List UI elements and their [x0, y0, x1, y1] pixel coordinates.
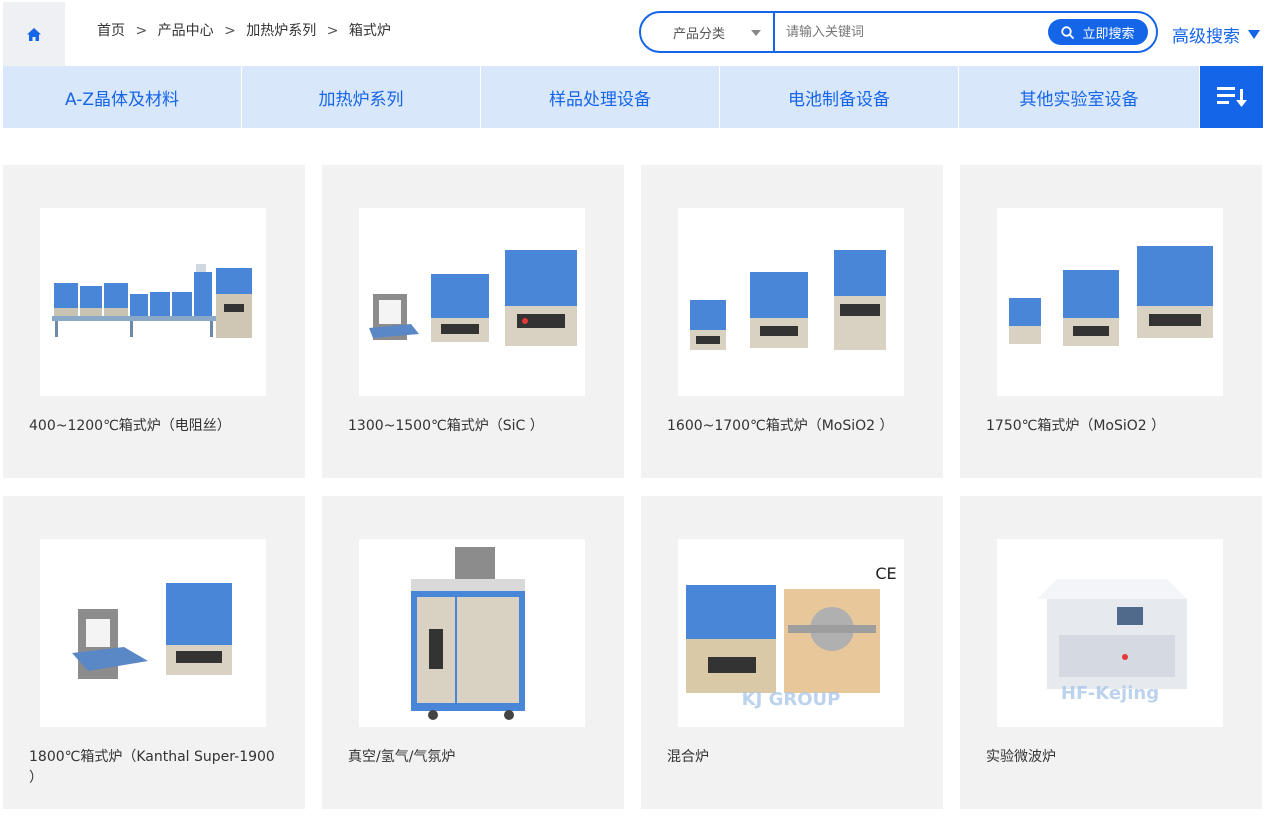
nav-item-battery-preparation[interactable]: 电池制备设备: [720, 66, 959, 128]
breadcrumb: 首页 > 产品中心 > 加热炉系列 > 箱式炉: [97, 20, 391, 40]
product-title: 1600~1700℃箱式炉（MoSiO2 ）: [667, 418, 894, 434]
product-card[interactable]: HF-Kejing 实验微波炉: [960, 496, 1262, 809]
svg-text:CE: CE: [875, 564, 896, 583]
product-title: 1300~1500℃箱式炉（SiC ）: [348, 418, 544, 434]
breadcrumb-item-box-furnace: 箱式炉: [348, 23, 391, 39]
product-title: 400~1200℃箱式炉（电阻丝）: [29, 418, 231, 434]
caret-down-icon: [1248, 30, 1260, 39]
category-select-label: 产品分类: [673, 26, 726, 42]
home-icon: [27, 27, 41, 41]
search-input[interactable]: [775, 13, 1048, 51]
breadcrumb-separator: >: [224, 23, 236, 39]
svg-text:KJ GROUP: KJ GROUP: [742, 689, 841, 710]
search-button-label: 立即搜索: [1082, 26, 1135, 42]
product-card[interactable]: CE KJ GROUP 混合炉: [641, 496, 943, 809]
product-title: 1750℃箱式炉（MoSiO2 ）: [986, 418, 1166, 434]
svg-text:HF-Kejing: HF-Kejing: [1061, 683, 1159, 704]
product-image-two-box-furnaces: [40, 539, 266, 727]
home-button[interactable]: [3, 2, 65, 66]
breadcrumb-item-products[interactable]: 产品中心: [158, 20, 214, 40]
product-card[interactable]: 1300~1500℃箱式炉（SiC ）: [322, 165, 624, 478]
product-image-vacuum-furnace: [359, 539, 585, 727]
nav-item-heating-furnaces[interactable]: 加热炉系列: [242, 66, 481, 128]
search-icon: [1061, 25, 1075, 39]
breadcrumb-item-home[interactable]: 首页: [97, 20, 125, 40]
nav-menu-button[interactable]: [1200, 66, 1263, 128]
top-bar: 首页 > 产品中心 > 加热炉系列 > 箱式炉 产品分类 立即搜索 高级搜索: [0, 0, 1268, 66]
product-image-lab-microwave-oven: HF-Kejing: [997, 539, 1223, 727]
product-title: 1800℃箱式炉（Kanthal Super-1900 ）: [29, 749, 275, 786]
nav-item-other-lab-equipment[interactable]: 其他实验室设备: [959, 66, 1199, 128]
breadcrumb-item-heating-furnaces[interactable]: 加热炉系列: [246, 20, 316, 40]
product-image-hybrid-furnace: CE KJ GROUP: [678, 539, 904, 727]
breadcrumb-separator: >: [135, 23, 148, 39]
search-button[interactable]: 立即搜索: [1048, 19, 1148, 45]
advanced-search-toggle[interactable]: 高级搜索: [1172, 22, 1260, 47]
product-card[interactable]: 1600~1700℃箱式炉（MoSiO2 ）: [641, 165, 943, 478]
product-title: 混合炉: [667, 749, 709, 765]
chevron-down-icon: [751, 30, 761, 36]
product-image-three-box-furnaces-wide: [997, 208, 1223, 396]
product-image-multi-box-furnace: [40, 208, 266, 396]
advanced-search-label: 高级搜索: [1172, 27, 1240, 47]
nav-item-sample-processing[interactable]: 样品处理设备: [481, 66, 720, 128]
breadcrumb-separator: >: [326, 23, 339, 39]
category-nav: A-Z晶体及材料 加热炉系列 样品处理设备 电池制备设备 其他实验室设备: [3, 66, 1263, 128]
nav-item-crystals-materials[interactable]: A-Z晶体及材料: [3, 66, 242, 128]
product-card[interactable]: 1750℃箱式炉（MoSiO2 ）: [960, 165, 1262, 478]
search-bar: 产品分类 立即搜索: [639, 11, 1158, 53]
product-card[interactable]: 400~1200℃箱式炉（电阻丝）: [3, 165, 305, 478]
product-title: 实验微波炉: [986, 749, 1056, 765]
sort-list-icon: [1216, 87, 1247, 107]
product-card[interactable]: 1800℃箱式炉（Kanthal Super-1900 ）: [3, 496, 305, 809]
product-image-three-box-furnaces-tall: [678, 208, 904, 396]
category-select[interactable]: 产品分类: [641, 13, 775, 51]
product-title: 真空/氢气/气氛炉: [348, 749, 456, 765]
product-image-three-box-furnaces: [359, 208, 585, 396]
product-card[interactable]: 真空/氢气/气氛炉: [322, 496, 624, 809]
